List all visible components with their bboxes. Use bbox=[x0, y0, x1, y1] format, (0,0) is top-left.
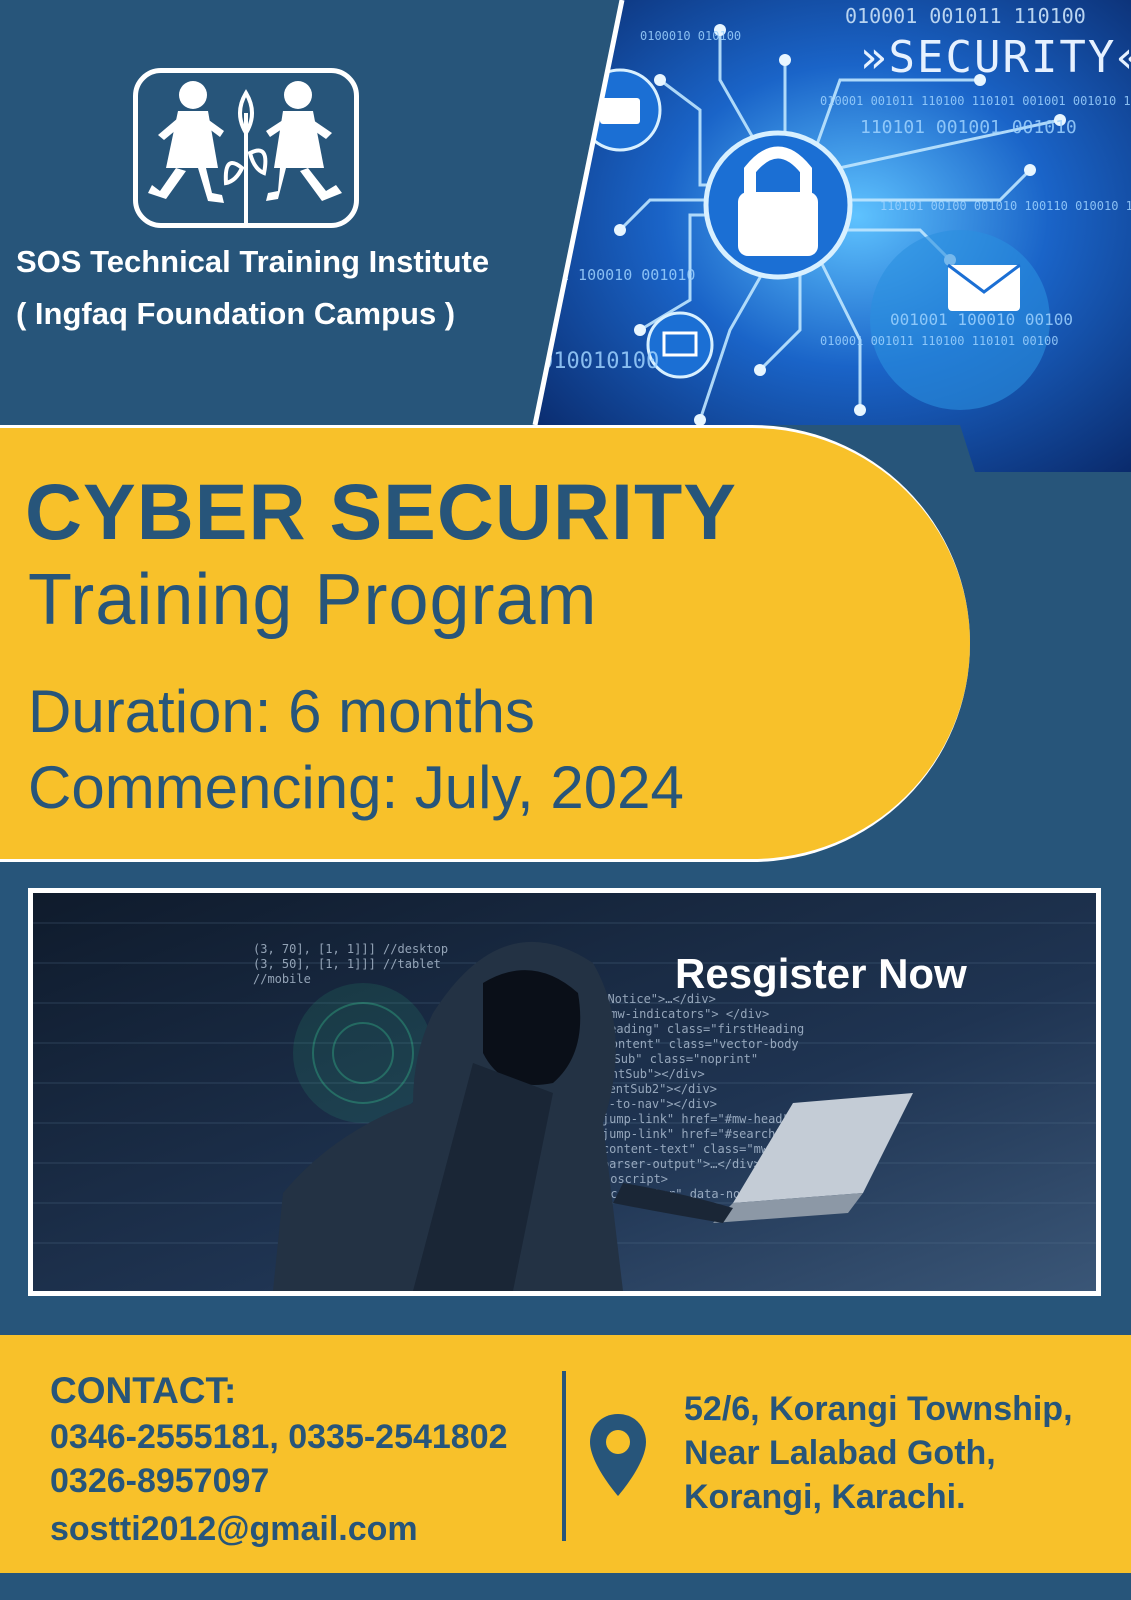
poster: 0100010 010100 010001 001011 110100 1101… bbox=[0, 0, 1131, 1600]
svg-text:"mw-indicators"> </div>: "mw-indicators"> </div> bbox=[603, 1007, 769, 1021]
svg-text:010001 001011 110100 110101 00: 010001 001011 110100 110101 00100 bbox=[820, 334, 1058, 348]
program-subtitle: Training Program bbox=[28, 560, 598, 640]
header: 0100010 010100 010001 001011 110100 1101… bbox=[0, 0, 1131, 472]
svg-text:010010100: 010010100 bbox=[540, 349, 659, 374]
security-word: »SECURITY« bbox=[860, 32, 1131, 83]
svg-text:(3, 50], [1, 1]]] //tablet: (3, 50], [1, 1]]] //tablet bbox=[253, 957, 441, 971]
contact-phones[interactable]: 0346-2555181, 0335-2541802 bbox=[50, 1418, 508, 1457]
svg-text:noscript>: noscript> bbox=[603, 1172, 668, 1186]
address-line-1: 52/6, Korangi Township, bbox=[684, 1390, 1073, 1428]
children-logo-icon bbox=[148, 81, 342, 223]
sos-logo bbox=[133, 68, 359, 228]
svg-text:001001 100010 00100: 001001 100010 00100 bbox=[890, 310, 1073, 329]
svg-text:(3, 70], [1, 1]]] //desktop: (3, 70], [1, 1]]] //desktop bbox=[253, 942, 448, 956]
location-pin-icon bbox=[590, 1414, 646, 1496]
svg-text:110101 00100 001010 100110 010: 110101 00100 001010 100110 010010 101 bbox=[880, 199, 1131, 213]
binary-text: 010001 001011 110100 bbox=[845, 4, 1086, 28]
contact-phone[interactable]: 0326-8957097 bbox=[50, 1462, 269, 1501]
program-duration: Duration: 6 months bbox=[28, 678, 535, 745]
svg-text://mobile: //mobile bbox=[253, 972, 311, 986]
institute-campus: ( Ingfaq Foundation Campus ) bbox=[16, 296, 456, 331]
svg-text:010001 001011 110100 110101 00: 010001 001011 110100 110101 001001 00101… bbox=[820, 94, 1131, 108]
institute-name: SOS Technical Training Institute bbox=[16, 244, 490, 279]
contact-heading: CONTACT: bbox=[50, 1370, 237, 1411]
address-line-2: Near Lalabad Goth, bbox=[684, 1434, 996, 1472]
address-line-3: Korangi, Karachi. bbox=[684, 1478, 966, 1516]
svg-text:1 100010 001010: 1 100010 001010 bbox=[560, 266, 695, 284]
contact-email[interactable]: sostti2012@gmail.com bbox=[50, 1510, 418, 1549]
footer-divider bbox=[562, 1371, 566, 1541]
svg-text:0100010 010100: 0100010 010100 bbox=[640, 29, 741, 43]
program-title: CYBER SECURITY bbox=[25, 467, 737, 556]
svg-text:110101 001001 001010: 110101 001001 001010 bbox=[860, 117, 1077, 138]
program-start-date: Commencing: July, 2024 bbox=[28, 754, 684, 821]
register-now-button[interactable]: Resgister Now bbox=[675, 950, 967, 998]
